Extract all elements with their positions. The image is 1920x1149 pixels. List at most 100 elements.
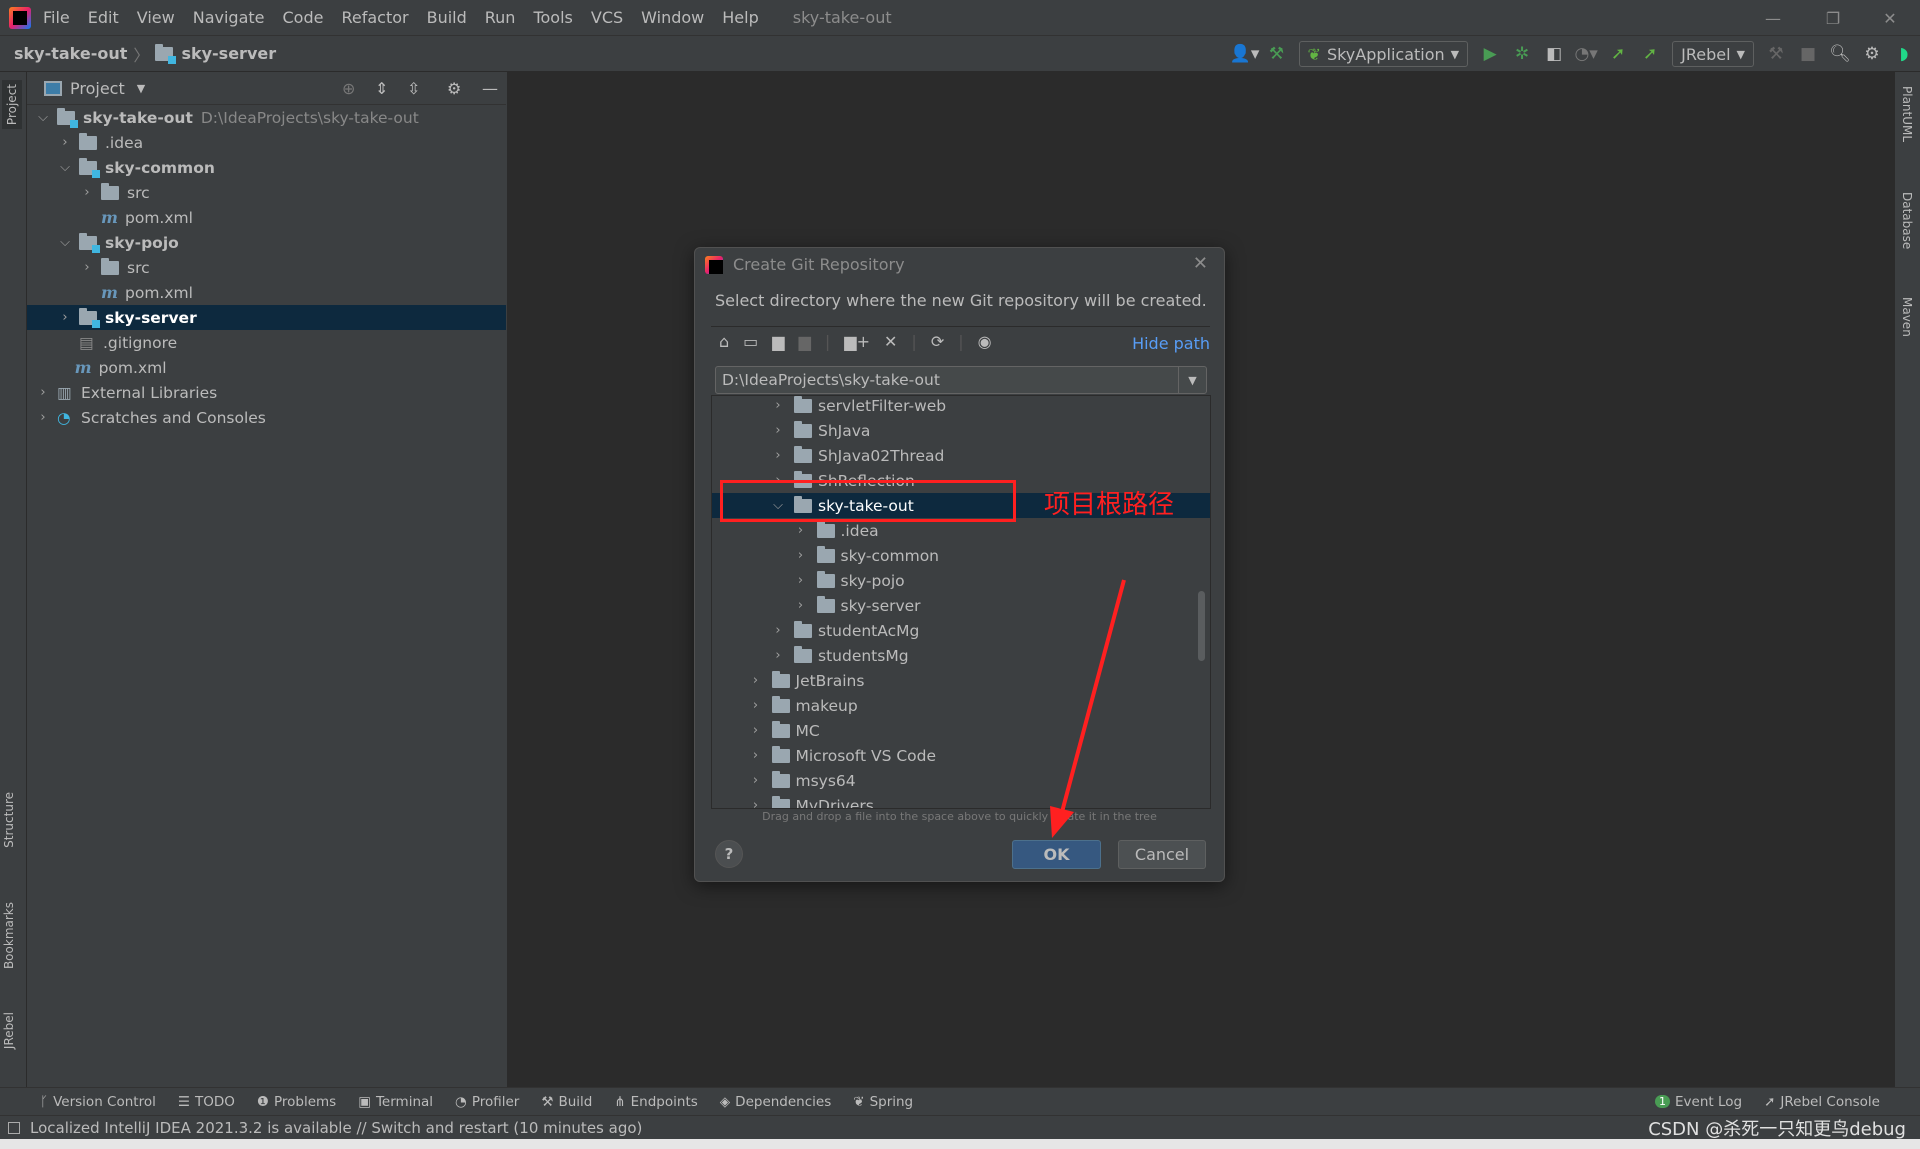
- side-tab-jrebel[interactable]: JRebel: [2, 1012, 16, 1049]
- chevron-right-icon[interactable]: ›: [795, 523, 807, 538]
- show-hidden-icon[interactable]: ◉: [978, 332, 992, 351]
- chevron-down-icon[interactable]: ⌵: [59, 160, 71, 175]
- chevron-down-icon[interactable]: ⌵: [59, 235, 71, 250]
- tree-item[interactable]: ⌵ sky-take-out D:\IdeaProjects\sky-take-ou…: [27, 105, 506, 130]
- chevron-right-icon[interactable]: ›: [59, 310, 71, 325]
- chevron-right-icon[interactable]: ›: [37, 385, 49, 400]
- menu-help[interactable]: Help: [722, 8, 758, 27]
- chevron-down-icon[interactable]: ▼: [1178, 367, 1206, 393]
- debug-icon[interactable]: ✲: [1506, 44, 1538, 64]
- directory-item[interactable]: › Microsoft VS Code: [712, 743, 1210, 768]
- tree-item[interactable]: › ◔ Scratches and Consoles: [27, 405, 506, 430]
- side-tab-database[interactable]: Database: [1900, 192, 1914, 249]
- chevron-right-icon[interactable]: ›: [59, 135, 71, 150]
- profiler-icon[interactable]: ◔▾: [1570, 44, 1602, 64]
- locate-icon[interactable]: ⊕: [342, 79, 355, 98]
- tool-window-todo[interactable]: ☰ TODO: [178, 1094, 235, 1110]
- tree-item[interactable]: › src: [27, 255, 506, 280]
- directory-item[interactable]: › MyDrivers: [712, 793, 1210, 808]
- restore-button[interactable]: ❐: [1805, 0, 1861, 36]
- menu-window[interactable]: Window: [641, 8, 704, 27]
- directory-item[interactable]: › sky-common: [712, 543, 1210, 568]
- build-hammer-icon[interactable]: ⚒: [1261, 44, 1293, 64]
- menu-tools[interactable]: Tools: [533, 8, 572, 27]
- chevron-down-icon[interactable]: ▼: [137, 82, 145, 95]
- tool-window-endpoints[interactable]: ⋔ Endpoints: [614, 1094, 697, 1110]
- chevron-right-icon[interactable]: ›: [772, 648, 784, 663]
- chevron-right-icon[interactable]: ›: [772, 623, 784, 638]
- delete-icon[interactable]: ✕: [884, 332, 897, 351]
- tool-window-dependencies[interactable]: ◈ Dependencies: [720, 1094, 831, 1110]
- chevron-right-icon[interactable]: ›: [750, 748, 762, 763]
- dialog-close-button[interactable]: ✕: [1193, 253, 1208, 274]
- hide-path-link[interactable]: Hide path: [1132, 334, 1210, 353]
- project-view-select[interactable]: Project: [70, 79, 125, 98]
- gear-icon[interactable]: ⚙: [1856, 44, 1888, 64]
- tree-item[interactable]: ▤ .gitignore: [27, 330, 506, 355]
- breadcrumb-module[interactable]: sky-server: [181, 44, 276, 63]
- chevron-right-icon[interactable]: ›: [750, 698, 762, 713]
- menu-file[interactable]: File: [43, 8, 70, 27]
- tool-window-terminal[interactable]: ▣ Terminal: [358, 1094, 433, 1110]
- side-tab-project[interactable]: Project: [2, 80, 22, 130]
- side-tab-structure[interactable]: Structure: [2, 792, 16, 848]
- directory-item[interactable]: › ShJava02Thread: [712, 443, 1210, 468]
- chevron-right-icon[interactable]: ›: [772, 423, 784, 438]
- chevron-right-icon[interactable]: ›: [750, 723, 762, 738]
- chevron-right-icon[interactable]: ›: [795, 598, 807, 613]
- jrebel-run-icon[interactable]: ➚: [1602, 44, 1634, 64]
- directory-item[interactable]: › MC: [712, 718, 1210, 743]
- code-with-me-icon[interactable]: ◗: [1888, 44, 1920, 64]
- chevron-right-icon[interactable]: ›: [772, 398, 784, 413]
- search-icon[interactable]: 🔍︎: [1824, 44, 1856, 64]
- tree-item[interactable]: m pom.xml: [27, 355, 506, 380]
- chevron-right-icon[interactable]: ›: [750, 798, 762, 808]
- side-tab-bookmarks[interactable]: Bookmarks: [2, 902, 16, 969]
- scrollbar[interactable]: [1198, 591, 1205, 661]
- hide-icon[interactable]: —: [482, 79, 498, 98]
- menu-navigate[interactable]: Navigate: [193, 8, 265, 27]
- menu-code[interactable]: Code: [283, 8, 324, 27]
- menu-run[interactable]: Run: [485, 8, 516, 27]
- directory-item[interactable]: › servletFilter-web: [712, 396, 1210, 418]
- directory-item[interactable]: › makeup: [712, 693, 1210, 718]
- directory-item[interactable]: › msys64: [712, 768, 1210, 793]
- menu-vcs[interactable]: VCS: [591, 8, 623, 27]
- ok-button[interactable]: OK: [1012, 840, 1101, 869]
- stop-icon[interactable]: ■: [1792, 44, 1824, 64]
- chevron-right-icon[interactable]: ›: [795, 573, 807, 588]
- new-folder-icon[interactable]: ▆+: [844, 332, 870, 351]
- expand-all-icon[interactable]: ⇕: [375, 79, 388, 98]
- tree-item[interactable]: › .idea: [27, 130, 506, 155]
- chevron-right-icon[interactable]: ›: [81, 260, 93, 275]
- directory-item[interactable]: › sky-server: [712, 593, 1210, 618]
- tool-window-profiler[interactable]: ◔ Profiler: [455, 1094, 519, 1110]
- jrebel-debug-icon[interactable]: ➚: [1634, 44, 1666, 64]
- tree-item[interactable]: m pom.xml: [27, 280, 506, 305]
- coverage-icon[interactable]: ◧: [1538, 44, 1570, 64]
- chevron-right-icon[interactable]: ›: [37, 410, 49, 425]
- refresh-icon[interactable]: ⟳: [931, 332, 944, 351]
- breadcrumb-root[interactable]: sky-take-out: [14, 44, 127, 63]
- chevron-down-icon[interactable]: ⌵: [37, 110, 49, 125]
- collapse-all-icon[interactable]: ⇳: [407, 79, 420, 98]
- side-tab-plantuml[interactable]: PlantUML: [1900, 86, 1914, 142]
- chevron-right-icon[interactable]: ›: [750, 673, 762, 688]
- tree-item[interactable]: ⌵ sky-pojo: [27, 230, 506, 255]
- menu-build[interactable]: Build: [427, 8, 467, 27]
- run-icon[interactable]: ▶: [1474, 44, 1506, 64]
- help-button[interactable]: ?: [715, 840, 743, 868]
- close-window-button[interactable]: ✕: [1862, 0, 1918, 36]
- directory-item[interactable]: › ShJava: [712, 418, 1210, 443]
- menu-edit[interactable]: Edit: [88, 8, 119, 27]
- status-message[interactable]: Localized IntelliJ IDEA 2021.3.2 is avai…: [30, 1119, 642, 1137]
- directory-item[interactable]: › studentsMg: [712, 643, 1210, 668]
- tool-window-build[interactable]: ⚒ Build: [541, 1094, 592, 1110]
- menu-view[interactable]: View: [137, 8, 175, 27]
- run-config-select[interactable]: ❦ SkyApplication ▼: [1298, 41, 1469, 67]
- tool-window-jrebel-console[interactable]: ➚ JRebel Console: [1764, 1094, 1880, 1110]
- user-icon[interactable]: 👤▾: [1229, 44, 1261, 64]
- tree-item[interactable]: ⌵ sky-common: [27, 155, 506, 180]
- tool-window-spring[interactable]: ❦ Spring: [853, 1094, 913, 1110]
- minimize-button[interactable]: —: [1745, 0, 1801, 36]
